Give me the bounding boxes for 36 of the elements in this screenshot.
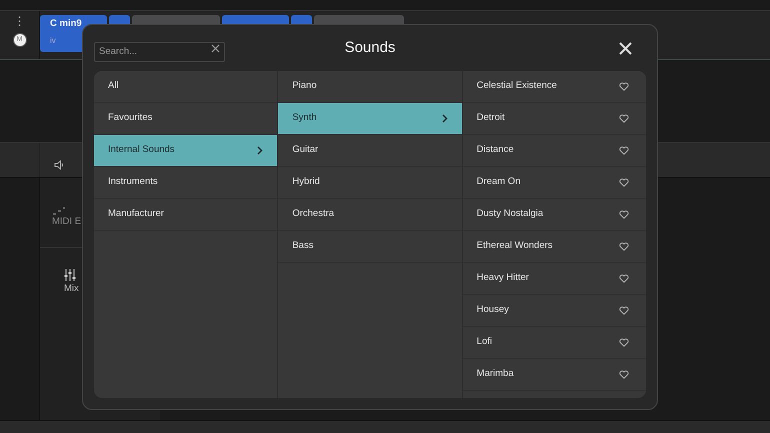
speaker-icon[interactable] — [54, 160, 65, 170]
heart-icon[interactable] — [618, 82, 629, 91]
sound-name[interactable]: Celestial Existence — [476, 79, 619, 94]
heart-icon[interactable] — [618, 242, 629, 251]
clear-icon[interactable] — [211, 44, 220, 53]
close-button[interactable] — [619, 42, 632, 54]
search-field[interactable]: Search... — [94, 42, 225, 62]
menu-icon[interactable]: ⋮ — [14, 15, 26, 27]
subcategory-item[interactable]: Synth — [278, 103, 462, 135]
sound-name[interactable]: Ethereal Wonders — [476, 239, 619, 254]
sound-name[interactable]: Housey — [476, 303, 619, 318]
heart-icon[interactable] — [618, 146, 629, 155]
chevron-icon — [442, 114, 448, 123]
chord-degree: iv — [50, 35, 57, 48]
side-tool[interactable]: Mix — [40, 248, 160, 296]
dialog-title: Sounds — [344, 38, 396, 56]
sound-name[interactable]: Dusty Nostalgia — [476, 207, 619, 222]
heart-icon[interactable] — [618, 210, 629, 219]
sound-name[interactable]: Marimba — [476, 367, 619, 382]
sound-name[interactable]: Dream On — [476, 175, 619, 190]
category-item[interactable]: All — [94, 71, 278, 103]
category-item[interactable]: Internal Sounds — [94, 135, 278, 167]
sound-name[interactable]: Heavy Hitter — [476, 271, 619, 286]
heart-icon[interactable] — [618, 114, 629, 123]
heart-icon[interactable] — [618, 274, 629, 283]
midi-icon — [52, 207, 66, 216]
heart-icon[interactable] — [618, 306, 629, 315]
heart-icon[interactable] — [618, 178, 629, 187]
chevron-icon — [257, 146, 264, 155]
mixer-icon — [64, 268, 76, 282]
chord-name: C min9 — [50, 17, 83, 31]
heart-icon[interactable] — [618, 370, 629, 379]
sound-name[interactable]: Detroit — [476, 111, 619, 126]
sound-name[interactable]: Lofi — [476, 335, 619, 350]
sound-name[interactable]: Distance — [476, 143, 619, 158]
heart-icon[interactable] — [618, 338, 629, 347]
